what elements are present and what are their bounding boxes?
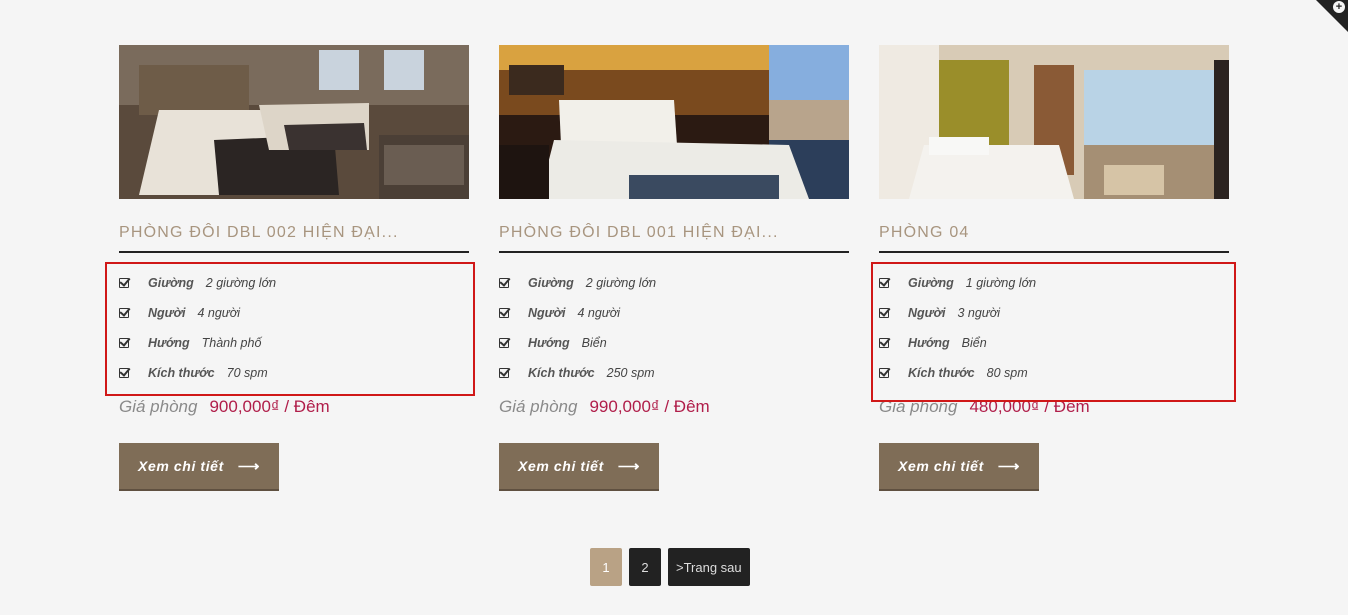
plus-circle-icon[interactable]: +: [1333, 1, 1345, 13]
feature-list: Giường 2 giường lớn Người 4 người Hướng Biể…: [499, 268, 849, 388]
list-item: Giường 2 giường lớn: [499, 268, 849, 298]
checkbox-checked-icon: [499, 368, 509, 378]
feature-label: Kích thước: [528, 366, 595, 380]
feature-value: 2 giường lớn: [585, 276, 657, 290]
feature-label: Giường: [528, 276, 574, 290]
room-title[interactable]: PHÒNG 04: [879, 224, 1229, 253]
arrow-right-icon: ⟶: [237, 458, 260, 475]
room-card: PHÒNG ĐÔI DBL 001 HIỆN ĐẠI... Giường 2 gi…: [499, 45, 849, 491]
pagination: 1 2 >Trang sau: [590, 548, 750, 586]
list-item: Người 4 người: [499, 298, 849, 328]
price-row: Giá phòng 990,000₫ / Đêm: [499, 397, 849, 417]
price-value: 900,000₫ / Đêm: [209, 397, 330, 416]
room-image[interactable]: [499, 45, 849, 199]
button-label: Xem chi tiết: [518, 458, 604, 474]
checkbox-checked-icon: [499, 308, 509, 318]
page-button-2[interactable]: 2: [629, 548, 661, 586]
button-label: Xem chi tiết: [898, 458, 984, 474]
view-details-button[interactable]: Xem chi tiết ⟶: [119, 443, 279, 491]
arrow-right-icon: ⟶: [617, 458, 640, 475]
view-details-button[interactable]: Xem chi tiết ⟶: [499, 443, 659, 491]
room-title[interactable]: PHÒNG ĐÔI DBL 002 HIỆN ĐẠI...: [119, 224, 469, 253]
view-details-button[interactable]: Xem chi tiết ⟶: [879, 443, 1039, 491]
checkbox-checked-icon: [499, 338, 509, 348]
price-value: 990,000₫ / Đêm: [589, 397, 710, 416]
highlight-box: [105, 262, 475, 396]
arrow-right-icon: ⟶: [997, 458, 1020, 475]
page-button-1[interactable]: 1: [590, 548, 622, 586]
feature-label: Người: [528, 306, 566, 320]
checkbox-checked-icon: [499, 278, 509, 288]
highlight-box: [871, 262, 1236, 402]
price-label: Giá phòng: [119, 397, 198, 416]
price-label: Giá phòng: [499, 397, 578, 416]
feature-value: 4 người: [577, 306, 621, 320]
feature-label: Hướng: [528, 336, 570, 350]
button-label: Xem chi tiết: [138, 458, 224, 474]
feature-value: Biển: [581, 336, 607, 350]
list-item: Kích thước 250 spm: [499, 358, 849, 388]
list-item: Hướng Biển: [499, 328, 849, 358]
feature-value: 250 spm: [606, 366, 655, 380]
next-page-button[interactable]: >Trang sau: [668, 548, 750, 586]
price-row: Giá phòng 900,000₫ / Đêm: [119, 397, 469, 417]
room-image[interactable]: [879, 45, 1229, 199]
room-title[interactable]: PHÒNG ĐÔI DBL 001 HIỆN ĐẠI...: [499, 224, 849, 253]
room-image[interactable]: [119, 45, 469, 199]
